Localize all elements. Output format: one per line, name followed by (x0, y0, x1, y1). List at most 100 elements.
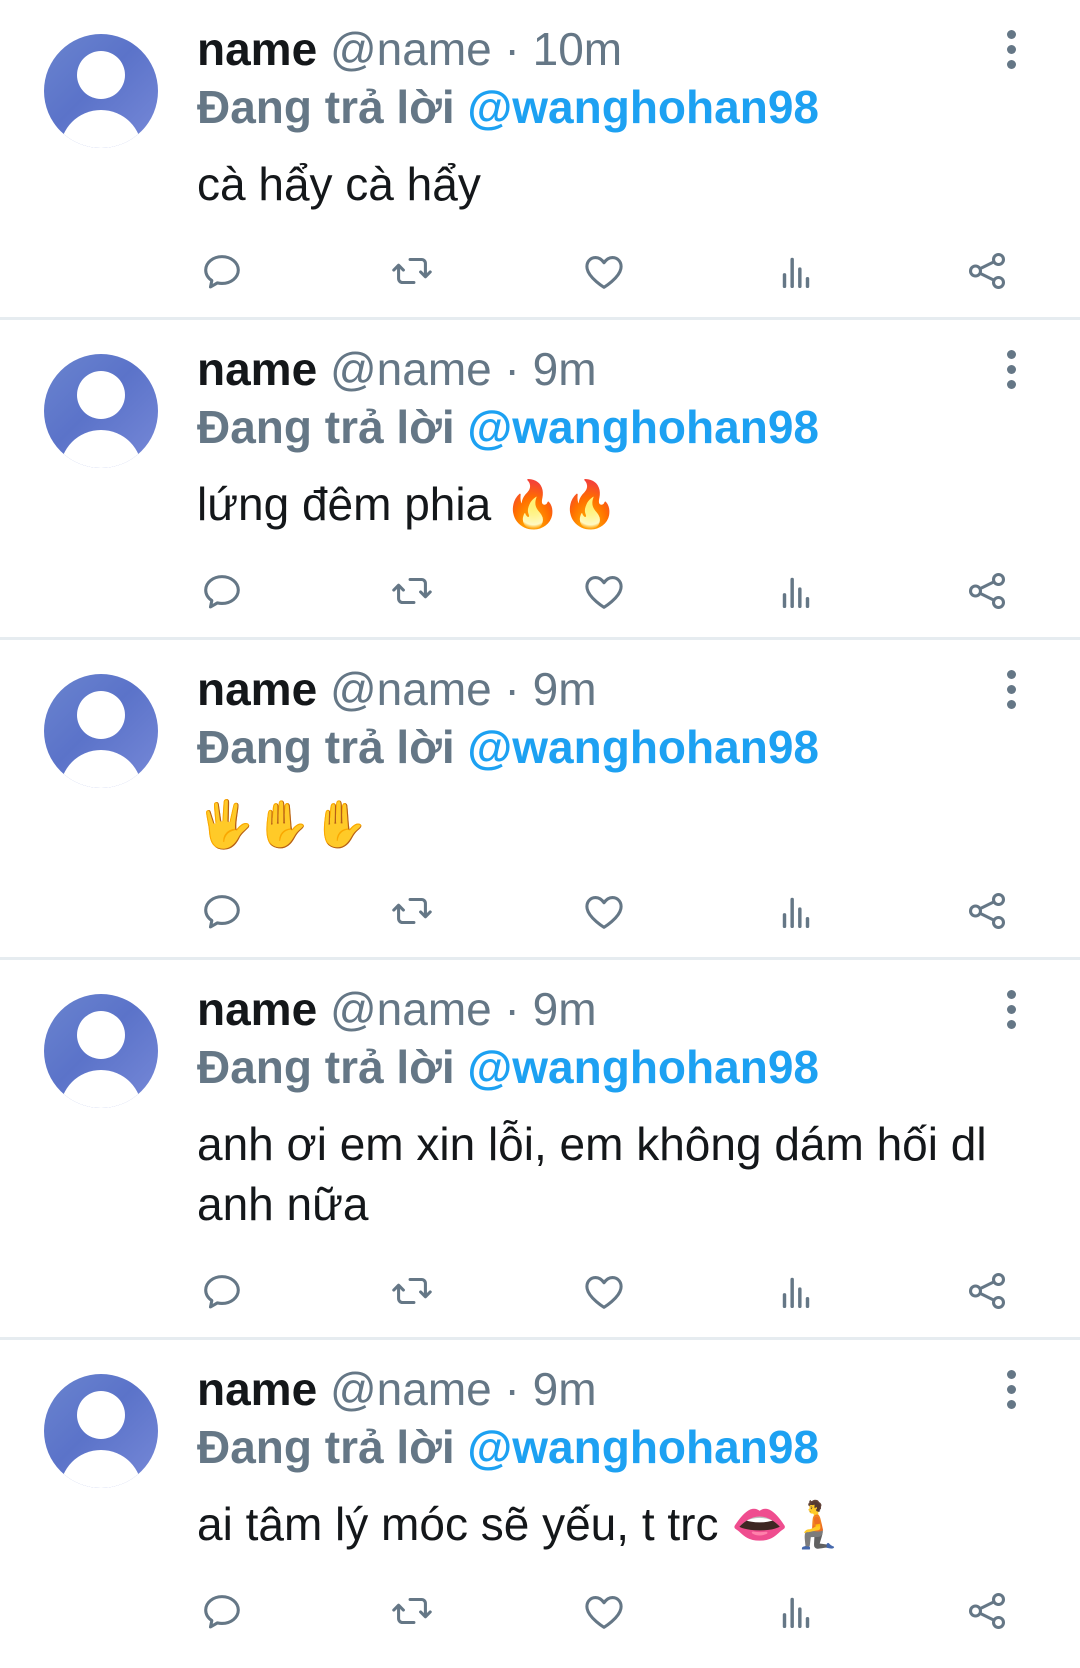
default-avatar-icon[interactable] (44, 354, 158, 468)
display-name[interactable]: name (197, 23, 317, 75)
reply-mention-link[interactable]: @wanghohan98 (467, 1421, 819, 1473)
reply-button[interactable] (197, 246, 247, 296)
avatar-shoulders (60, 1070, 142, 1108)
share-button[interactable] (962, 1586, 1012, 1636)
default-avatar-icon[interactable] (44, 34, 158, 148)
replying-to-line: Đang trả lời @wanghohan98 (197, 1040, 819, 1094)
timestamp[interactable]: 9m (533, 663, 597, 715)
tweet-card[interactable]: name @name · 9m Đang trả lời @wanghohan9… (0, 640, 1080, 960)
tweet-text: anh ơi em xin lỗi, em không dám hối dl a… (197, 1118, 987, 1230)
tweet-card[interactable]: name @name · 9m Đang trả lời @wanghohan9… (0, 960, 1080, 1340)
user-handle[interactable]: @name (330, 23, 492, 75)
retweet-icon (392, 257, 432, 285)
retweet-button[interactable] (387, 246, 437, 296)
retweet-button[interactable] (387, 886, 437, 936)
menu-dot (1006, 685, 1016, 694)
like-button[interactable] (579, 246, 629, 296)
analytics-button[interactable] (771, 566, 821, 616)
share-button[interactable] (962, 886, 1012, 936)
reply-icon (204, 1275, 240, 1309)
timestamp[interactable]: 10m (533, 23, 622, 75)
user-handle[interactable]: @name (330, 343, 492, 395)
avatar-head (77, 371, 125, 419)
analytics-button[interactable] (771, 1266, 821, 1316)
avatar-shoulders (60, 110, 142, 148)
display-name[interactable]: name (197, 983, 317, 1035)
like-button[interactable] (579, 886, 629, 936)
user-handle[interactable]: @name (330, 983, 492, 1035)
more-vertical-icon[interactable] (1004, 350, 1018, 390)
replying-to-label: Đang trả lời (197, 401, 455, 453)
replying-to-label: Đang trả lời (197, 1041, 455, 1093)
tweet-text: cà hẩy cà hẩy (197, 158, 481, 210)
separator-dot: · (504, 343, 520, 395)
tweet-actions (197, 1266, 1027, 1316)
menu-dot (1006, 1370, 1016, 1379)
display-name[interactable]: name (197, 663, 317, 715)
share-icon (968, 1272, 1006, 1310)
reply-button[interactable] (197, 1586, 247, 1636)
menu-dot (1006, 380, 1016, 389)
display-name[interactable]: name (197, 1363, 317, 1415)
tweet-header: name @name · 9m (197, 1362, 597, 1416)
tweet-header: name @name · 10m (197, 22, 622, 76)
menu-dot (1006, 45, 1016, 54)
default-avatar-icon[interactable] (44, 994, 158, 1108)
reply-button[interactable] (197, 566, 247, 616)
tweet-card[interactable]: name @name · 9m Đang trả lời @wanghohan9… (0, 320, 1080, 640)
menu-dot (1006, 1005, 1016, 1014)
display-name[interactable]: name (197, 343, 317, 395)
share-button[interactable] (962, 246, 1012, 296)
menu-dot (1006, 350, 1016, 359)
analytics-button[interactable] (771, 1586, 821, 1636)
retweet-button[interactable] (387, 566, 437, 616)
timestamp[interactable]: 9m (533, 1363, 597, 1415)
default-avatar-icon[interactable] (44, 1374, 158, 1488)
more-vertical-icon[interactable] (1004, 990, 1018, 1030)
replying-to-label: Đang trả lời (197, 1421, 455, 1473)
like-button[interactable] (579, 1266, 629, 1316)
replying-to-label: Đang trả lời (197, 81, 455, 133)
reply-mention-link[interactable]: @wanghohan98 (467, 81, 819, 133)
reply-button[interactable] (197, 886, 247, 936)
share-icon (968, 1592, 1006, 1630)
tweet-actions (197, 566, 1027, 616)
tweet-header: name @name · 9m (197, 662, 597, 716)
user-handle[interactable]: @name (330, 1363, 492, 1415)
tweet-card[interactable]: name @name · 10m Đang trả lời @wanghohan… (0, 0, 1080, 320)
like-button[interactable] (579, 1586, 629, 1636)
menu-dot (1006, 60, 1016, 69)
analytics-button[interactable] (771, 246, 821, 296)
menu-dot (1006, 1400, 1016, 1409)
reply-mention-link[interactable]: @wanghohan98 (467, 721, 819, 773)
default-avatar-icon[interactable] (44, 674, 158, 788)
heart-icon (585, 576, 623, 609)
heart-icon (585, 896, 623, 929)
more-vertical-icon[interactable] (1004, 30, 1018, 70)
tweet-card[interactable]: name @name · 9m Đang trả lời @wanghohan9… (0, 1340, 1080, 1668)
menu-dot (1006, 670, 1016, 679)
more-vertical-icon[interactable] (1004, 670, 1018, 710)
retweet-button[interactable] (387, 1266, 437, 1316)
analytics-icon (782, 1597, 810, 1629)
heart-icon (585, 1596, 623, 1629)
reply-button[interactable] (197, 1266, 247, 1316)
more-vertical-icon[interactable] (1004, 1370, 1018, 1410)
replying-to-line: Đang trả lời @wanghohan98 (197, 400, 819, 454)
menu-dot (1006, 1020, 1016, 1029)
share-button[interactable] (962, 1266, 1012, 1316)
analytics-button[interactable] (771, 886, 821, 936)
retweet-icon (392, 1597, 432, 1625)
timestamp[interactable]: 9m (533, 983, 597, 1035)
like-button[interactable] (579, 566, 629, 616)
avatar-shoulders (60, 430, 142, 468)
user-handle[interactable]: @name (330, 663, 492, 715)
tweet-header: name @name · 9m (197, 982, 597, 1036)
retweet-button[interactable] (387, 1586, 437, 1636)
reply-mention-link[interactable]: @wanghohan98 (467, 1041, 819, 1093)
replying-to-line: Đang trả lời @wanghohan98 (197, 80, 819, 134)
share-button[interactable] (962, 566, 1012, 616)
timestamp[interactable]: 9m (533, 343, 597, 395)
tweet-actions (197, 886, 1027, 936)
reply-mention-link[interactable]: @wanghohan98 (467, 401, 819, 453)
